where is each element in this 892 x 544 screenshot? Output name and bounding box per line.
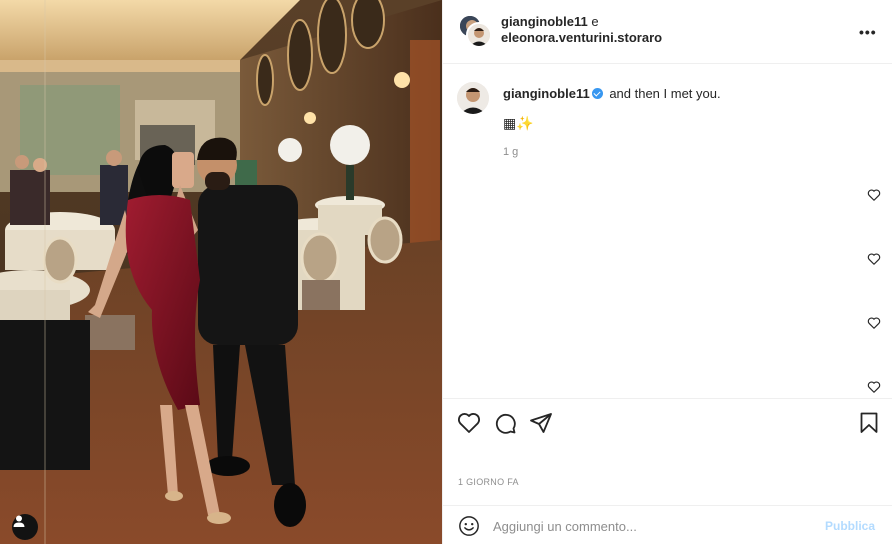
like-comment-heart-icon[interactable]: [867, 252, 881, 266]
like-comment-heart-icon[interactable]: [867, 188, 881, 202]
more-horizontal-icon: •••: [859, 24, 877, 40]
avatar[interactable]: [457, 82, 489, 114]
post-image: [0, 0, 442, 544]
verified-badge-icon: [591, 88, 603, 99]
post-photo[interactable]: [0, 0, 442, 544]
comment-input[interactable]: [493, 515, 813, 537]
post-actions: 1 GIORNO FA Pubblica: [443, 398, 892, 544]
publish-button[interactable]: Pubblica: [825, 519, 875, 533]
caption-text: gianginoble11 and then I met you.: [503, 86, 721, 102]
post-detail-panel: gianginoble11 e eleonora.venturini.stora…: [442, 0, 892, 544]
avatar-image: [457, 82, 489, 114]
conjunction-text: e: [591, 14, 599, 29]
avatar-image: [468, 24, 490, 46]
user-icon: [13, 515, 25, 527]
caption-body: and then I met you.: [609, 86, 721, 101]
like-heart-icon[interactable]: [457, 411, 481, 435]
comment-icon[interactable]: [493, 411, 517, 435]
post-time-ago[interactable]: 1 GIORNO FA: [458, 477, 519, 487]
username-link[interactable]: gianginoble11: [501, 14, 588, 29]
post-header: gianginoble11 e eleonora.venturini.stora…: [443, 0, 892, 64]
more-options-button[interactable]: •••: [859, 25, 877, 39]
tag-user-button[interactable]: [12, 514, 38, 540]
avatar[interactable]: [466, 22, 492, 48]
username-link[interactable]: eleonora.venturini.storaro: [501, 30, 662, 45]
emoji-smiley-icon[interactable]: [458, 515, 480, 537]
caption-username[interactable]: gianginoble11: [503, 86, 590, 101]
collab-avatars[interactable]: [458, 14, 492, 48]
caption-emoji: ▦✨: [503, 115, 534, 131]
bookmark-icon[interactable]: [857, 411, 881, 435]
share-direct-icon[interactable]: [529, 411, 553, 435]
add-comment-bar: Pubblica: [443, 505, 892, 544]
caption-timestamp[interactable]: 1 g: [503, 146, 518, 158]
like-comment-heart-icon[interactable]: [867, 316, 881, 330]
like-comment-heart-icon[interactable]: [867, 380, 881, 394]
header-usernames: gianginoble11 e eleonora.venturini.stora…: [501, 14, 662, 46]
